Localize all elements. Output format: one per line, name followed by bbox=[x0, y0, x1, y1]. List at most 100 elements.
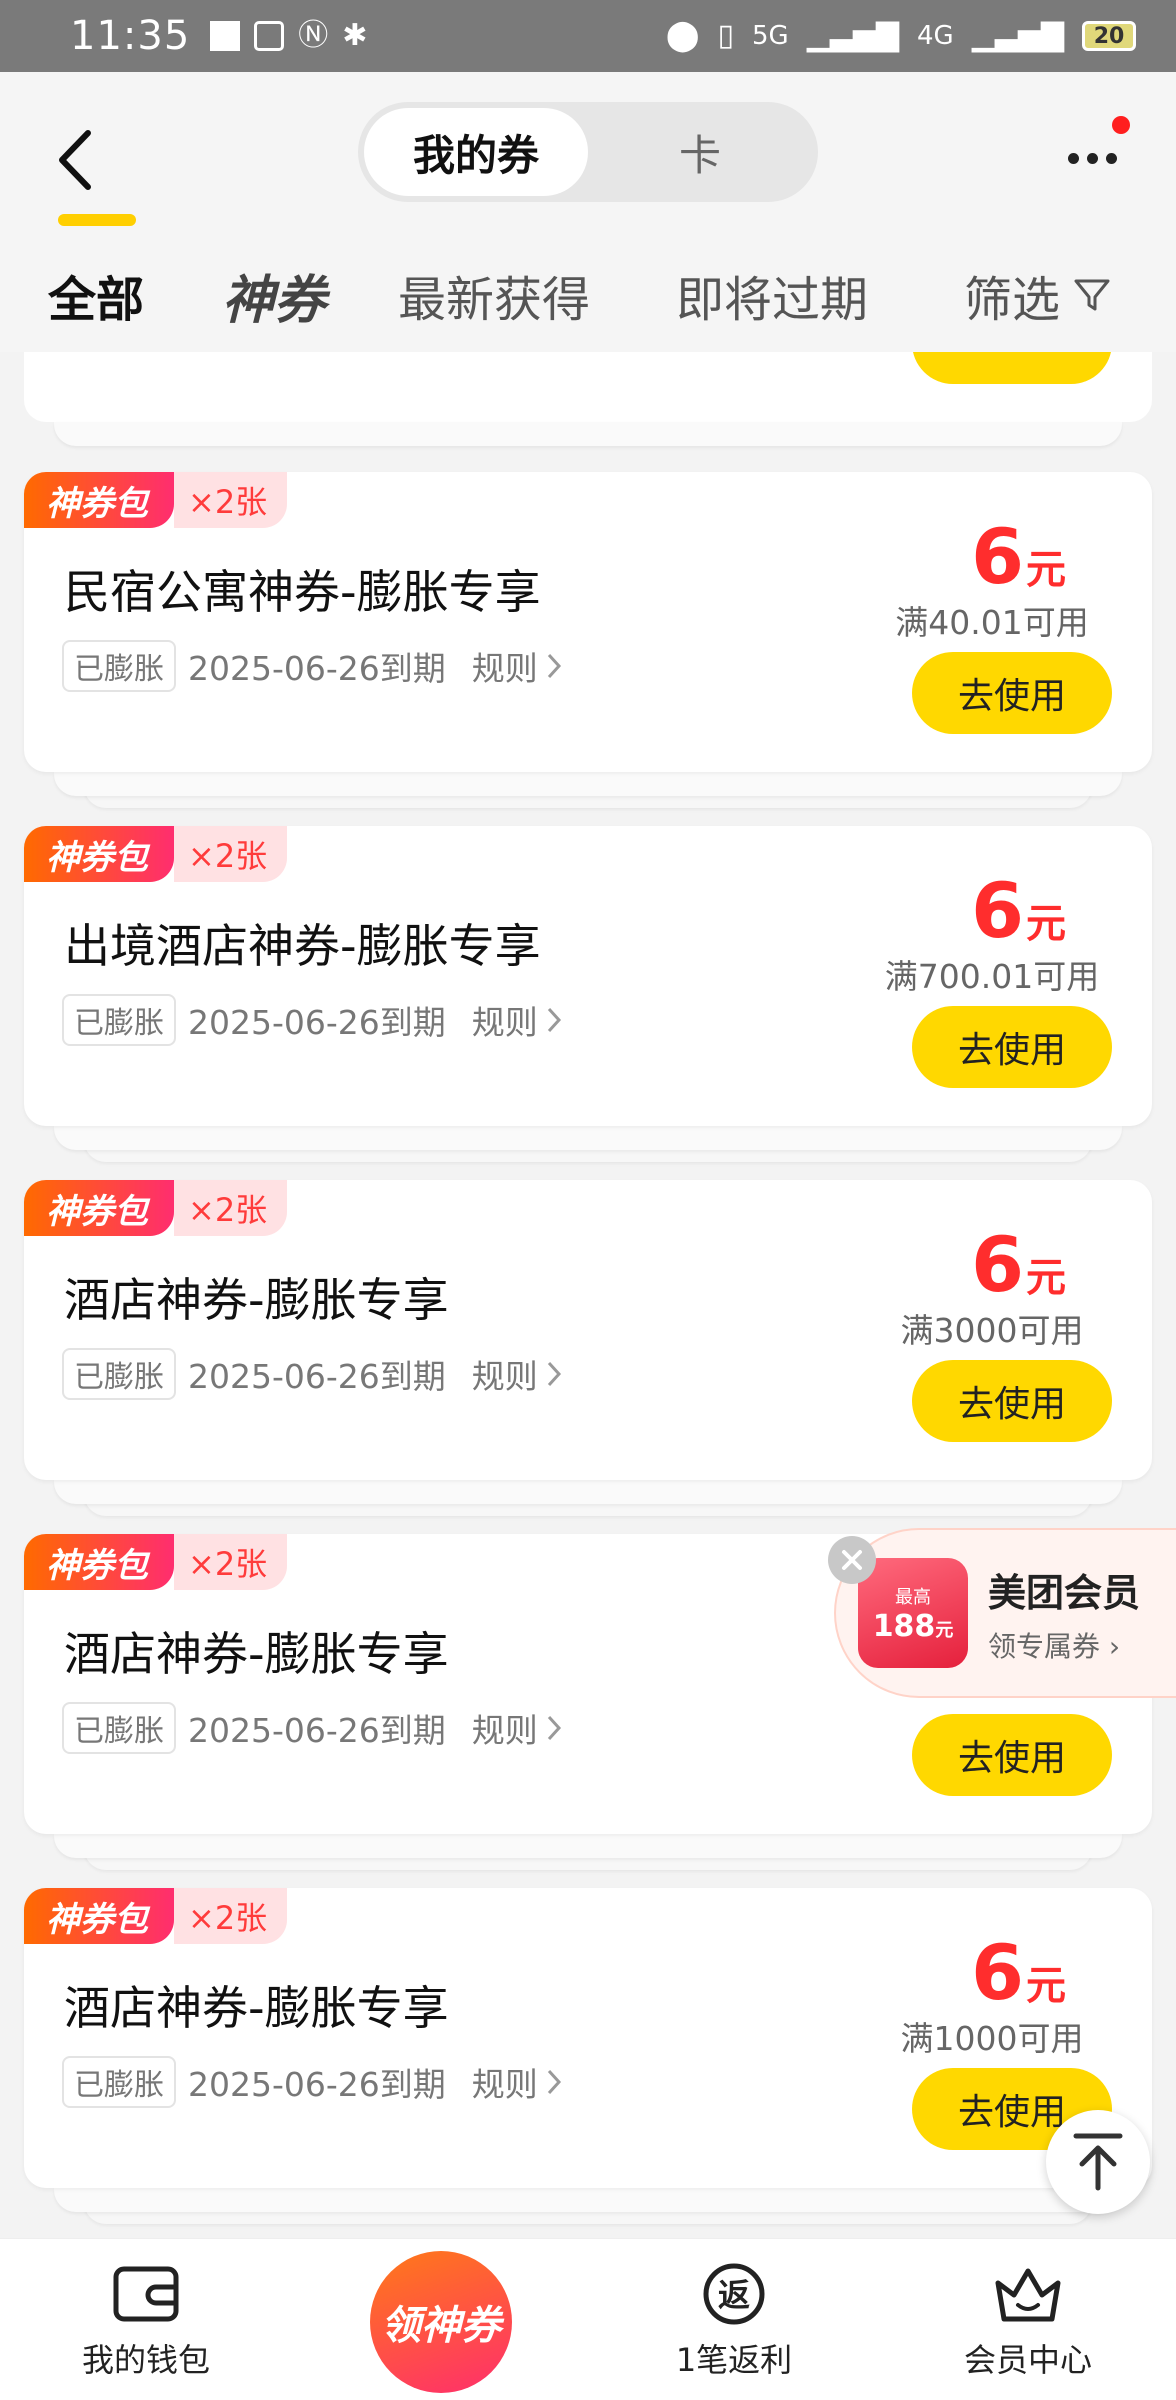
coupon-card-body[interactable]: 神券包 ×2张 酒店神券-膨胀专享 已膨胀 2025-06-26到期 规则 6元… bbox=[24, 1888, 1152, 2188]
badge-count: ×2张 bbox=[174, 826, 288, 882]
badge-count: ×2张 bbox=[174, 472, 288, 528]
carrier-icon bbox=[254, 21, 285, 51]
coupon-meta: 已膨胀 2025-06-26到期 规则 bbox=[62, 2056, 562, 2108]
chevron-right-icon bbox=[547, 1715, 561, 1741]
badge-label: 神券包 bbox=[24, 472, 174, 528]
usage-condition: 满3000可用 bbox=[900, 1311, 1084, 1350]
filter-tab-filter[interactable]: 筛选 bbox=[964, 250, 1112, 340]
nav-wallet-label: 我的钱包 bbox=[81, 2341, 210, 2379]
rules-link[interactable]: 规则 bbox=[472, 2058, 562, 2106]
nav-rebate[interactable]: 返 1笔返利 bbox=[624, 2239, 844, 2400]
use-button[interactable]: 去使用 bbox=[912, 1360, 1112, 1442]
filter-label: 筛选 bbox=[964, 272, 1061, 328]
segment-control: 我的券 卡 bbox=[358, 102, 818, 202]
member-promo-banner[interactable]: 最高 188元 美团会员 领专属券 › bbox=[834, 1528, 1176, 1698]
more-button[interactable] bbox=[1062, 138, 1122, 178]
use-button[interactable]: 去使用 bbox=[912, 1714, 1112, 1796]
badge-count: ×2张 bbox=[174, 1888, 288, 1944]
nav-member-center[interactable]: 会员中心 bbox=[918, 2239, 1138, 2400]
rules-link[interactable]: 规则 bbox=[472, 1704, 562, 1752]
coupon-card-body[interactable]: 神券包 ×2张 民宿公寓神券-膨胀专享 已膨胀 2025-06-26到期 规则 … bbox=[24, 472, 1152, 772]
coupon-card-body[interactable]: 神券包 ×2张 出境酒店神券-膨胀专享 已膨胀 2025-06-26到期 规则 … bbox=[24, 826, 1152, 1126]
badge-label: 神券包 bbox=[24, 1888, 174, 1944]
back-to-top-button[interactable] bbox=[1046, 2110, 1150, 2214]
filter-tab-all[interactable]: 全部 bbox=[48, 250, 144, 340]
price-unit: 元 bbox=[1026, 1963, 1066, 2009]
crown-icon bbox=[995, 2268, 1061, 2322]
card-stack-layer bbox=[54, 1834, 1122, 1858]
chevron-right-icon bbox=[547, 653, 561, 679]
promo-subtitle: 领专属券 › bbox=[988, 1629, 1121, 1663]
filter-tab-expiring[interactable]: 即将过期 bbox=[676, 250, 868, 340]
price-unit: 元 bbox=[1026, 901, 1066, 947]
header: 我的券 卡 全部 神券 最新获得 即将过期 筛选 bbox=[0, 72, 1176, 352]
price-amount: 6 bbox=[971, 1928, 1024, 2017]
usage-condition: 满40.01可用 bbox=[895, 603, 1089, 642]
rules-label: 规则 bbox=[471, 2065, 538, 2104]
get-coupons-button[interactable]: 领神券 bbox=[370, 2251, 512, 2393]
coupon-pack-icon: 最高 188元 bbox=[858, 1558, 968, 1668]
rules-link[interactable]: 规则 bbox=[472, 642, 562, 690]
notification-icon bbox=[210, 21, 241, 51]
price-unit: 元 bbox=[1026, 1255, 1066, 1301]
badge-label: 神券包 bbox=[24, 826, 174, 882]
coupon-meta: 已膨胀 2025-06-26到期 规则 bbox=[62, 994, 562, 1046]
notification-dot bbox=[1112, 116, 1130, 134]
wallet-icon bbox=[113, 2266, 179, 2322]
svg-text:返: 返 bbox=[718, 2276, 750, 2314]
card-stack-layer bbox=[54, 772, 1122, 796]
coupon-card-body[interactable]: 神券包 ×2张 酒店神券-膨胀专享 已膨胀 2025-06-26到期 规则 6元… bbox=[24, 1180, 1152, 1480]
badge-count: ×2张 bbox=[174, 1534, 288, 1590]
use-button[interactable]: 去使用 bbox=[912, 652, 1112, 734]
price-amount: 6 bbox=[971, 512, 1024, 601]
coupon-meta: 已膨胀 2025-06-26到期 规则 bbox=[62, 1348, 562, 1400]
use-button-partial[interactable] bbox=[912, 352, 1112, 384]
pack-top-label: 最高 bbox=[895, 1586, 931, 1608]
chevron-right-icon bbox=[547, 1007, 561, 1033]
expiry-date: 2025-06-26到期 bbox=[188, 1003, 446, 1042]
promo-close-button[interactable] bbox=[828, 1536, 876, 1584]
price-unit: 元 bbox=[1026, 547, 1066, 593]
coupon-badge: 神券包 ×2张 bbox=[24, 1534, 288, 1590]
expanded-tag: 已膨胀 bbox=[62, 640, 176, 692]
rules-link[interactable]: 规则 bbox=[472, 1350, 562, 1398]
filter-tab-shenquan[interactable]: 神券 bbox=[222, 250, 326, 340]
signal-icon: ▁▃▅▇ bbox=[806, 18, 899, 53]
coupon-title: 酒店神券-膨胀专享 bbox=[64, 1627, 449, 1681]
coupon-badge: 神券包 ×2张 bbox=[24, 472, 288, 528]
nav-member-center-label: 会员中心 bbox=[963, 2341, 1092, 2379]
card-stack-layer bbox=[54, 2188, 1122, 2212]
back-arrow-icon bbox=[59, 130, 91, 190]
back-button[interactable] bbox=[44, 120, 104, 200]
bottom-navigation: 我的钱包 领神券 返 1笔返利 会员中心 bbox=[0, 2238, 1176, 2400]
expiry-date: 2025-06-26到期 bbox=[188, 649, 446, 688]
coupon-card-partial bbox=[24, 352, 1152, 422]
coupon-price: 6元 bbox=[971, 512, 1066, 601]
filter-funnel-icon bbox=[1074, 279, 1110, 311]
active-tab-indicator bbox=[58, 214, 136, 226]
coupon-title: 酒店神券-膨胀专享 bbox=[64, 1981, 449, 2035]
nfc-icon: Ⓝ bbox=[298, 18, 329, 53]
tab-cards[interactable]: 卡 bbox=[588, 108, 812, 196]
more-dot-icon bbox=[1086, 152, 1098, 164]
coupon-title: 酒店神券-膨胀专享 bbox=[64, 1273, 449, 1327]
tab-my-coupons[interactable]: 我的券 bbox=[364, 108, 588, 196]
pack-amount-unit: 元 bbox=[935, 1619, 954, 1641]
rules-link[interactable]: 规则 bbox=[472, 996, 562, 1044]
promo-title: 美团会员 bbox=[988, 1570, 1141, 1615]
vibrate-icon: ▯ bbox=[717, 18, 734, 53]
nav-wallet[interactable]: 我的钱包 bbox=[36, 2239, 256, 2400]
use-button[interactable]: 去使用 bbox=[912, 1006, 1112, 1088]
coupon-title: 出境酒店神券-膨胀专享 bbox=[64, 919, 541, 973]
status-bar: 11:35 Ⓝ ✱ ⬤ ▯ 5G ▁▃▅▇ 4G ▁▃▅▇ 20 bbox=[0, 0, 1176, 72]
coupon-list[interactable]: 神券包 ×2张 民宿公寓神券-膨胀专享 已膨胀 2025-06-26到期 规则 … bbox=[0, 352, 1176, 2238]
expanded-tag: 已膨胀 bbox=[62, 1348, 176, 1400]
card-stack-layer bbox=[54, 422, 1122, 446]
rules-label: 规则 bbox=[471, 1711, 538, 1750]
filter-tab-newest[interactable]: 最新获得 bbox=[398, 250, 590, 340]
network-5g-label: 5G bbox=[752, 21, 789, 51]
coupon-price: 6元 bbox=[971, 1220, 1066, 1309]
badge-label: 神券包 bbox=[24, 1180, 174, 1236]
arrow-up-icon bbox=[1073, 2133, 1123, 2191]
expiry-date: 2025-06-26到期 bbox=[188, 2065, 446, 2104]
